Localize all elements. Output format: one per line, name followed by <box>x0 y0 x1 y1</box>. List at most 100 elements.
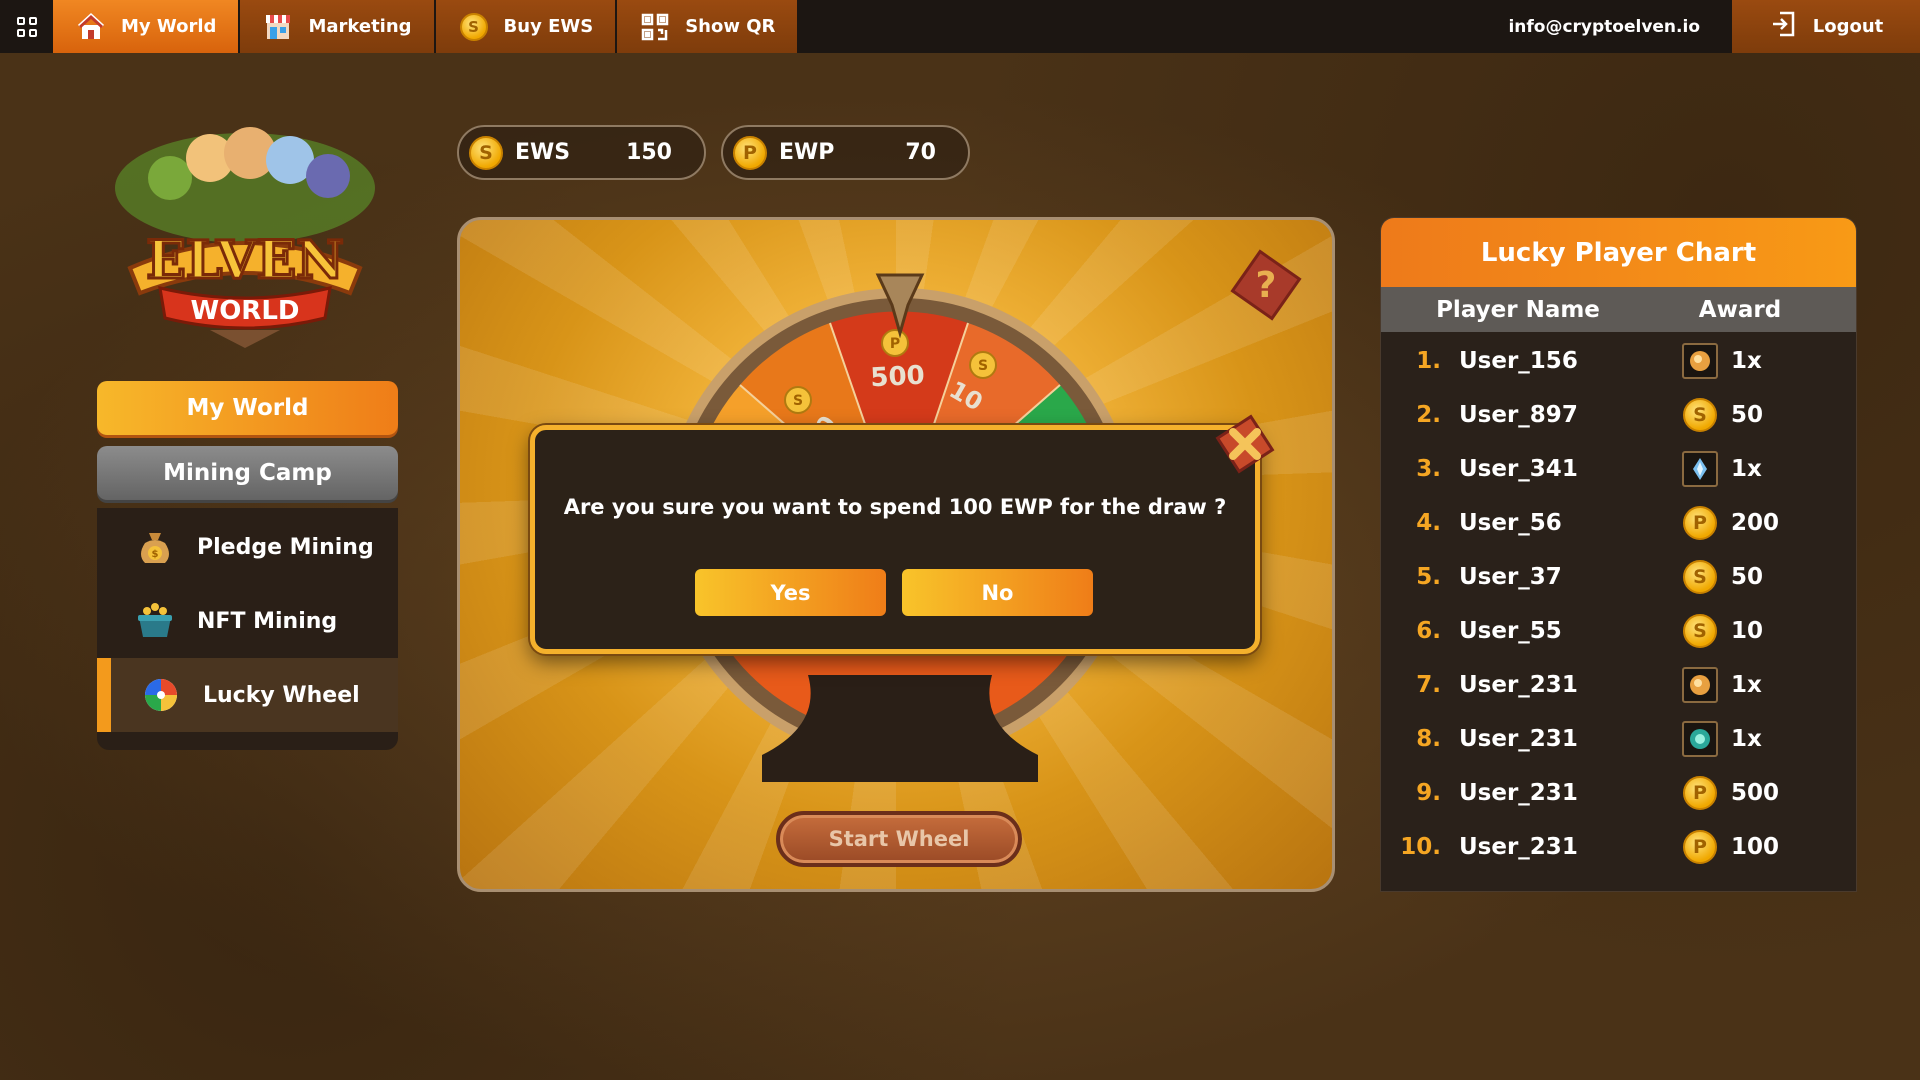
row-rank: 6. <box>1416 618 1441 644</box>
confirm-dialog: Are you sure you want to spend 100 EWP f… <box>530 425 1260 654</box>
logo-title: ELVEN <box>146 230 344 291</box>
row-award-value: 1x <box>1731 456 1762 482</box>
treasure-pot-icon <box>133 599 177 643</box>
table-row: 7. User_231 1x <box>1381 658 1856 712</box>
tab-my-world-label: My World <box>121 16 217 37</box>
lucky-player-chart: Lucky Player Chart Player Name Award 1. U… <box>1380 217 1857 892</box>
logo-subtitle: WORLD <box>191 296 300 326</box>
account-email: info@cryptoelven.io <box>1508 16 1700 37</box>
s-coin-icon: S <box>1681 558 1719 596</box>
column-award: Award <box>1698 296 1782 323</box>
tab-marketing[interactable]: Marketing <box>240 0 434 53</box>
ewp-coin-icon: P <box>733 135 767 170</box>
row-award-value: 100 <box>1731 834 1780 860</box>
column-player-name: Player Name <box>1436 296 1600 323</box>
sidebar-my-world-button[interactable]: My World <box>97 381 398 435</box>
row-award-value: 10 <box>1731 618 1764 644</box>
no-button[interactable]: No <box>902 569 1093 616</box>
start-wheel-button[interactable]: Start Wheel <box>776 811 1022 867</box>
ewp-value: 70 <box>905 140 936 165</box>
chart-title: Lucky Player Chart <box>1381 218 1856 287</box>
sidebar-item-lucky-wheel[interactable]: Lucky Wheel <box>97 658 398 732</box>
sidebar-mining-camp-button[interactable]: Mining Camp <box>97 446 398 500</box>
ews-coin-icon: S <box>469 135 503 170</box>
sidebar-item-nft-mining-label: NFT Mining <box>197 608 338 634</box>
sidebar-item-nft-mining[interactable]: NFT Mining <box>97 584 398 658</box>
row-rank: 2. <box>1416 402 1441 428</box>
row-player-name: User_231 <box>1459 780 1578 806</box>
tab-my-world[interactable]: My World <box>53 0 239 53</box>
yes-button[interactable]: Yes <box>695 569 886 616</box>
table-row: 2. User_897 S 50 <box>1381 388 1856 442</box>
row-player-name: User_56 <box>1459 510 1562 536</box>
row-rank: 3. <box>1416 456 1441 482</box>
row-award-value: 200 <box>1731 510 1780 536</box>
s-coin-icon: S <box>1681 612 1719 650</box>
help-button[interactable]: ? <box>1228 247 1304 323</box>
money-bag-icon: $ <box>133 525 177 569</box>
row-player-name: User_156 <box>1459 348 1578 374</box>
table-row: 10. User_231 P 100 <box>1381 820 1856 874</box>
color-wheel-icon <box>139 673 183 717</box>
p-coin-icon: P <box>1681 504 1719 542</box>
house-icon <box>75 11 107 43</box>
row-award-value: 1x <box>1731 726 1762 752</box>
row-rank: 10. <box>1400 834 1441 860</box>
shop-icon <box>262 11 294 43</box>
row-player-name: User_231 <box>1459 834 1578 860</box>
table-row: 5. User_37 S 50 <box>1381 550 1856 604</box>
row-award-value: 50 <box>1731 402 1764 428</box>
svg-text:$: $ <box>152 549 159 560</box>
chart-header-row: Player Name Award <box>1381 287 1856 332</box>
table-row: 3. User_341 1x <box>1381 442 1856 496</box>
tab-marketing-label: Marketing <box>308 16 412 37</box>
row-rank: 5. <box>1416 564 1441 590</box>
sidebar-item-lucky-wheel-label: Lucky Wheel <box>203 682 360 708</box>
row-award-value: 50 <box>1731 564 1764 590</box>
gold-orb-nft-icon <box>1681 342 1719 380</box>
elven-world-logo: ELVEN WORLD <box>115 127 375 348</box>
logout-icon <box>1769 9 1799 44</box>
row-rank: 8. <box>1416 726 1441 752</box>
tab-show-qr-label: Show QR <box>685 16 776 37</box>
row-player-name: User_37 <box>1459 564 1562 590</box>
help-mark: ? <box>1256 265 1277 306</box>
crystal-nft-icon <box>1681 450 1719 488</box>
row-player-name: User_55 <box>1459 618 1562 644</box>
tab-show-qr[interactable]: Show QR <box>617 0 798 53</box>
ewp-balance: P EWP 70 <box>721 125 970 180</box>
ews-value: 150 <box>626 140 672 165</box>
coin-icon: S <box>458 11 490 43</box>
row-rank: 4. <box>1416 510 1441 536</box>
confirm-message: Are you sure you want to spend 100 EWP f… <box>563 495 1227 519</box>
mining-camp-submenu: $ Pledge Mining NFT Mining Lucky Wheel <box>97 508 398 750</box>
table-row: 6. User_55 S 10 <box>1381 604 1856 658</box>
top-nav-bar: My World Marketing S Buy EWS Show QR inf… <box>0 0 1920 53</box>
row-award-value: 1x <box>1731 348 1762 374</box>
row-player-name: User_897 <box>1459 402 1578 428</box>
ews-balance: S EWS 150 <box>457 125 706 180</box>
tab-buy-ews-label: Buy EWS <box>503 16 594 37</box>
teal-gem-nft-icon <box>1681 720 1719 758</box>
s-coin-icon: S <box>1681 396 1719 434</box>
table-row: 4. User_56 P 200 <box>1381 496 1856 550</box>
wheel-segment-500: 500 <box>870 361 926 394</box>
p-coin-icon: P <box>1681 774 1719 812</box>
logout-label: Logout <box>1812 16 1884 37</box>
close-dialog-button[interactable] <box>1214 413 1276 475</box>
row-rank: 9. <box>1416 780 1441 806</box>
apps-grid-icon[interactable] <box>0 0 53 53</box>
sidebar-item-pledge-mining[interactable]: $ Pledge Mining <box>97 510 398 584</box>
svg-text:P: P <box>890 336 900 352</box>
close-icon <box>1215 414 1275 474</box>
row-rank: 7. <box>1416 672 1441 698</box>
qr-icon <box>639 11 671 43</box>
logout-button[interactable]: Logout <box>1732 0 1920 53</box>
p-coin-icon: P <box>1681 828 1719 866</box>
tab-buy-ews[interactable]: S Buy EWS <box>435 0 616 53</box>
row-player-name: User_341 <box>1459 456 1578 482</box>
ews-label: EWS <box>515 140 571 165</box>
row-award-value: 500 <box>1731 780 1780 806</box>
row-rank: 1. <box>1416 348 1441 374</box>
svg-text:S: S <box>978 358 988 374</box>
